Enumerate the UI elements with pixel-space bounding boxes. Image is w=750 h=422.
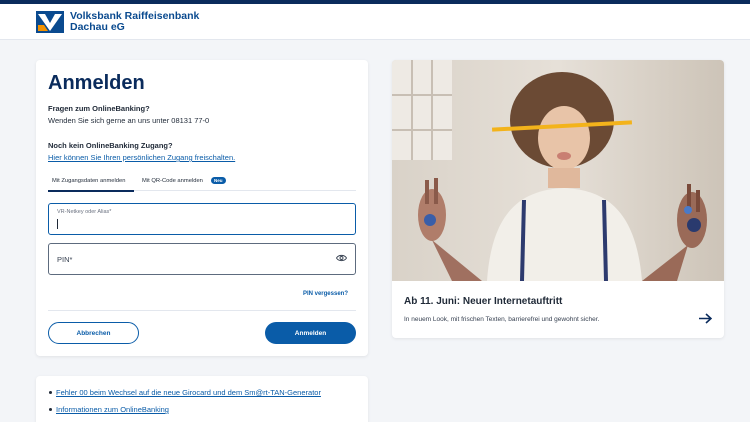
list-item[interactable]: Informationen zum OnlineBanking	[49, 405, 321, 414]
username-field[interactable]: VR-Netkey oder Alias*	[48, 203, 356, 235]
cancel-button[interactable]: Abbrechen	[48, 322, 139, 344]
promo-image	[392, 60, 724, 281]
text-caret	[57, 219, 58, 229]
bank-name[interactable]: Volksbank Raiffeisenbank Dachau eG	[70, 11, 199, 33]
eye-icon[interactable]	[336, 254, 347, 262]
info-links: Fehler 00 beim Wechsel auf die neue Giro…	[49, 388, 321, 422]
help-answer: Wenden Sie sich gerne an uns unter 08131…	[48, 116, 210, 125]
login-tabs: Mit Zugangsdaten anmelden Mit QR-Code an…	[48, 173, 356, 192]
pin-forgot-link[interactable]: PIN vergessen?	[303, 291, 348, 297]
pin-label: PIN*	[57, 255, 73, 264]
login-button[interactable]: Anmelden	[265, 322, 356, 344]
active-tab-indicator	[48, 190, 134, 192]
help-question: Fragen zum OnlineBanking?	[48, 104, 150, 113]
new-badge: Neu	[211, 177, 226, 184]
arrow-right-icon[interactable]	[699, 313, 712, 324]
promo-card[interactable]: Ab 11. Juni: Neuer Internetauftritt In n…	[392, 60, 724, 338]
tab-credentials[interactable]: Mit Zugangsdaten anmelden	[52, 178, 125, 184]
divider	[48, 310, 356, 311]
username-label: VR-Netkey oder Alias*	[57, 209, 112, 215]
site-header: Volksbank Raiffeisenbank Dachau eG	[0, 4, 750, 40]
signup-question: Noch kein OnlineBanking Zugang?	[48, 141, 173, 150]
promo-text: In neuem Look, mit frischen Texten, barr…	[404, 316, 600, 323]
list-item[interactable]: Fehler 00 beim Wechsel auf die neue Giro…	[49, 388, 321, 397]
promo-title: Ab 11. Juni: Neuer Internetauftritt	[404, 296, 563, 307]
tab-qr-code[interactable]: Mit QR-Code anmelden	[142, 178, 203, 184]
signup-link[interactable]: Hier können Sie Ihren persönlichen Zugan…	[48, 153, 235, 162]
page-title: Anmelden	[48, 72, 145, 94]
bank-name-line2: Dachau eG	[70, 21, 125, 33]
pin-field[interactable]: PIN*	[48, 243, 356, 275]
login-card: Anmelden Fragen zum OnlineBanking? Wende…	[36, 60, 368, 356]
volksbank-logo-icon[interactable]	[36, 11, 64, 33]
links-card: Fehler 00 beim Wechsel auf die neue Giro…	[36, 376, 368, 422]
